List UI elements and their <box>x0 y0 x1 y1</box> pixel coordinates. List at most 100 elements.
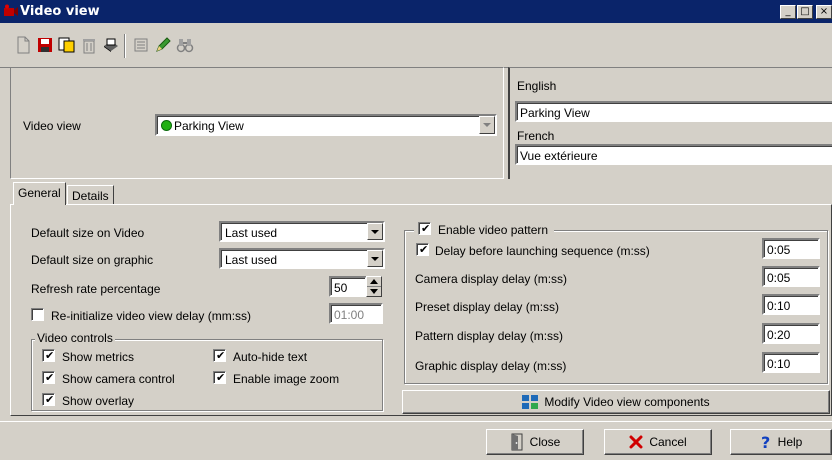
checkmark-icon: ✔ <box>419 243 429 256</box>
checkmark-icon: ✔ <box>45 393 55 406</box>
help-label: Help <box>777 435 803 449</box>
auto-hide-text-label: Auto-hide text <box>233 350 308 364</box>
help-button[interactable]: ? Help <box>730 429 832 455</box>
modify-components-button[interactable]: Modify Video view components <box>402 390 830 414</box>
auto-hide-text-checkbox[interactable]: ✔ <box>213 349 226 362</box>
list-button[interactable] <box>130 33 152 57</box>
find-button[interactable] <box>174 33 196 57</box>
spin-up-icon[interactable] <box>370 279 378 284</box>
tab-general[interactable]: General <box>13 182 66 205</box>
cancel-x-icon <box>629 435 643 449</box>
checkmark-icon: ✔ <box>45 349 55 362</box>
default-size-video-select[interactable]: Last used <box>219 221 385 242</box>
video-view-panel: Video view Parking View <box>10 67 504 179</box>
video-view-label: Video view <box>23 119 81 133</box>
close-window-button[interactable]: × <box>816 5 832 19</box>
preset-display-delay-label: Preset display delay (m:ss) <box>415 300 560 314</box>
new-icon <box>17 36 30 54</box>
delay-before-sequence-label: Delay before launching sequence (m:ss) <box>435 244 650 258</box>
reinit-delay-checkbox[interactable] <box>31 308 44 321</box>
spin-down-icon[interactable] <box>370 289 378 294</box>
tab-details[interactable]: Details <box>67 185 114 205</box>
show-camera-control-checkbox[interactable]: ✔ <box>42 371 55 384</box>
delay-before-sequence-field[interactable]: 0:05 <box>762 238 820 259</box>
show-metrics-checkbox[interactable]: ✔ <box>42 349 55 362</box>
default-size-graphic-dropdown-arrow[interactable] <box>367 250 383 267</box>
refresh-rate-value: 50 <box>334 281 348 295</box>
pattern-display-delay-label: Pattern display delay (m:ss) <box>415 329 564 343</box>
default-size-video-value: Last used <box>225 226 278 240</box>
show-overlay-label: Show overlay <box>62 394 135 408</box>
edit-button[interactable] <box>152 33 174 57</box>
delete-button[interactable] <box>78 33 100 57</box>
refresh-rate-spinner[interactable] <box>366 276 382 297</box>
status-dot-icon <box>161 120 172 131</box>
video-view-dropdown-arrow[interactable] <box>479 116 495 134</box>
reinit-delay-field: 01:00 <box>329 303 383 324</box>
pattern-display-delay-field[interactable]: 0:20 <box>762 323 820 344</box>
camera-display-delay-label: Camera display delay (m:ss) <box>415 272 568 286</box>
pattern-display-delay-value: 0:20 <box>767 328 791 342</box>
enable-video-pattern-label: Enable video pattern <box>438 223 549 237</box>
video-view-select[interactable]: Parking View <box>155 114 497 136</box>
new-button[interactable] <box>12 33 34 57</box>
spin-divider <box>367 286 381 287</box>
title-bar: Video view _ □ × <box>0 0 832 23</box>
video-view-value: Parking View <box>174 119 244 133</box>
close-button[interactable]: Close <box>486 429 584 455</box>
components-grid-icon <box>522 395 539 409</box>
app-camera-icon <box>4 4 18 16</box>
english-name-field[interactable]: Parking View <box>515 101 832 122</box>
camera-display-delay-field[interactable]: 0:05 <box>762 266 820 287</box>
enable-image-zoom-checkbox[interactable]: ✔ <box>213 371 226 384</box>
default-size-video-label: Default size on Video <box>31 226 145 240</box>
delay-before-sequence-checkbox[interactable]: ✔ <box>416 243 429 256</box>
enable-video-pattern-checkbox[interactable]: ✔ <box>418 222 431 235</box>
toolbar <box>10 29 250 63</box>
reinit-delay-label: Re-initialize video view delay (mm:ss) <box>51 309 252 323</box>
delay-before-sequence-value: 0:05 <box>767 243 791 257</box>
checkmark-icon: ✔ <box>216 349 226 362</box>
video-controls-title: Video controls <box>35 331 115 345</box>
reinit-delay-value: 01:00 <box>334 308 365 322</box>
save-button[interactable] <box>34 33 56 57</box>
default-size-graphic-select[interactable]: Last used <box>219 248 385 269</box>
print-icon <box>104 38 118 52</box>
checkmark-icon: ✔ <box>421 222 431 235</box>
footer-divider <box>0 421 832 422</box>
modify-components-label: Modify Video view components <box>544 395 710 409</box>
toolbar-separator <box>124 34 126 58</box>
french-name-field[interactable]: Vue extérieure <box>515 144 832 165</box>
french-label: French <box>517 129 555 143</box>
chevron-down-icon <box>371 256 379 261</box>
default-size-graphic-label: Default size on graphic <box>31 253 154 267</box>
preset-display-delay-value: 0:10 <box>767 299 791 313</box>
checkmark-icon: ✔ <box>45 371 55 384</box>
refresh-rate-field[interactable]: 50 <box>329 276 367 297</box>
edit-pen-icon <box>156 37 171 52</box>
minimize-button[interactable]: _ <box>780 5 796 19</box>
close-label: Close <box>529 435 561 449</box>
list-icon <box>134 38 148 52</box>
checkmark-icon: ✔ <box>216 371 226 384</box>
window-title: Video view <box>20 4 100 19</box>
door-exit-icon <box>511 433 523 451</box>
print-button[interactable] <box>100 33 122 57</box>
cancel-button[interactable]: Cancel <box>604 429 712 455</box>
cancel-label: Cancel <box>649 435 687 449</box>
graphic-display-delay-label: Graphic display delay (m:ss) <box>415 359 567 373</box>
copy-icon <box>58 37 75 53</box>
enable-image-zoom-label: Enable image zoom <box>233 372 340 386</box>
delete-icon <box>83 39 95 54</box>
graphic-display-delay-field[interactable]: 0:10 <box>762 352 820 373</box>
preset-display-delay-field[interactable]: 0:10 <box>762 294 820 315</box>
show-overlay-checkbox[interactable]: ✔ <box>42 393 55 406</box>
maximize-button[interactable]: □ <box>797 5 813 19</box>
french-name-value: Vue extérieure <box>520 149 598 163</box>
copy-button[interactable] <box>56 33 78 57</box>
chevron-down-icon <box>483 123 491 127</box>
help-question-icon: ? <box>761 434 770 450</box>
english-label: English <box>517 79 557 93</box>
show-metrics-label: Show metrics <box>62 350 135 364</box>
default-size-video-dropdown-arrow[interactable] <box>367 223 383 240</box>
